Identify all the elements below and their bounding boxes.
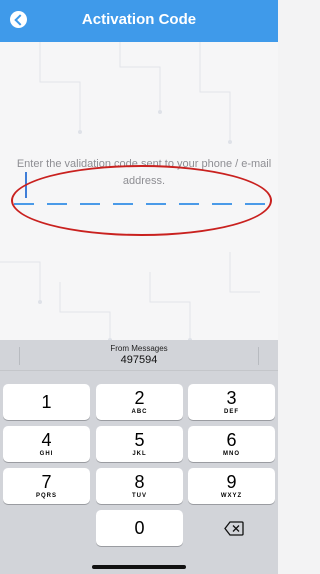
header-bar: Activation Code [0, 0, 278, 42]
key-number: 3 [226, 388, 237, 408]
key-8[interactable]: 8 TUV [96, 468, 183, 504]
suggestion-divider [258, 347, 259, 365]
key-letters: MNO [223, 451, 240, 457]
key-9[interactable]: 9 WXYZ [188, 468, 275, 504]
key-5[interactable]: 5 JKL [96, 426, 183, 462]
highlight-annotation [11, 165, 272, 236]
key-number: 1 [41, 392, 52, 412]
key-number: 5 [134, 430, 145, 450]
key-letters: DEF [224, 409, 239, 415]
key-letters: GHI [39, 451, 54, 457]
key-3[interactable]: 3 DEF [188, 384, 275, 420]
key-letters: ABC [131, 409, 148, 415]
page-title: Activation Code [81, 11, 197, 28]
key-1[interactable]: 1 [3, 384, 90, 420]
suggestion-source: From Messages [110, 344, 168, 353]
suggestion-code: 497594 [120, 354, 158, 366]
key-number: 0 [134, 518, 145, 538]
key-letters: PQRS [35, 493, 57, 499]
key-0[interactable]: 0 [96, 510, 183, 546]
key-number: 6 [226, 430, 237, 450]
home-indicator[interactable] [92, 565, 186, 569]
key-6[interactable]: 6 MNO [188, 426, 275, 462]
key-number: 8 [134, 472, 145, 492]
key-letters: JKL [132, 451, 147, 457]
delete-key[interactable] [190, 510, 277, 546]
key-letters: WXYZ [220, 493, 243, 499]
numeric-keypad: From Messages 497594 1 2 ABC 3 DEF 4 GHI… [0, 340, 278, 574]
key-2[interactable]: 2 ABC [96, 384, 183, 420]
key-4[interactable]: 4 GHI [3, 426, 90, 462]
suggestion-divider [19, 347, 20, 365]
key-letters: TUV [132, 493, 147, 499]
key-number: 4 [41, 430, 52, 450]
key-number: 2 [134, 388, 145, 408]
key-7[interactable]: 7 PQRS [3, 468, 90, 504]
autofill-suggestion[interactable]: From Messages 497594 [0, 340, 278, 371]
backspace-icon [223, 520, 244, 536]
main-content: Enter the validation code sent to your p… [0, 42, 278, 340]
key-number: 9 [226, 472, 237, 492]
key-number: 7 [41, 472, 52, 492]
